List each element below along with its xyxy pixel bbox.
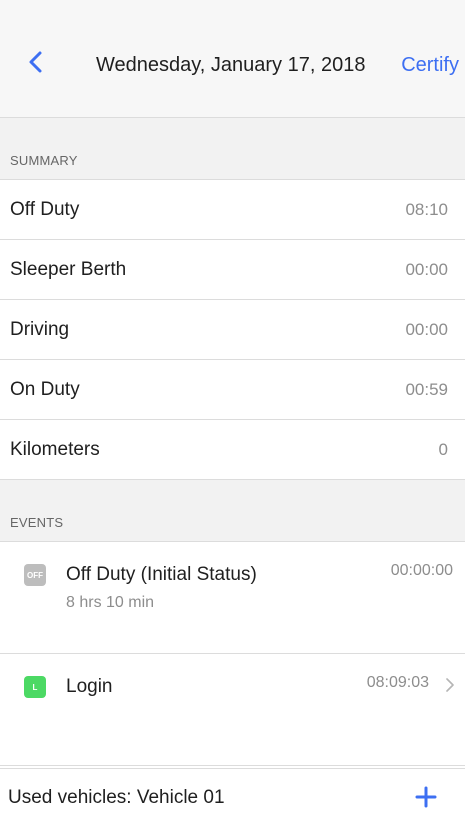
plus-icon[interactable] [415,786,437,808]
summary-row-sleeper-berth: Sleeper Berth 00:00 [0,240,465,300]
summary-section-header: SUMMARY [0,118,465,180]
events-section-label: EVENTS [10,515,64,530]
summary-row-value: 0 [438,440,448,459]
certify-button[interactable]: Certify [401,54,459,77]
summary-row-value: 00:00 [405,320,448,339]
summary-row-kilometers: Kilometers 0 [0,420,465,480]
events-section-header: EVENTS [0,480,465,542]
page-title: Wednesday, January 17, 2018 [96,54,366,76]
footer-bar: Used vehicles: Vehicle 01 [0,768,465,823]
summary-row-on-duty: On Duty 00:59 [0,360,465,420]
nav-bar: Wednesday, January 17, 2018 Certify [0,0,465,118]
chevron-left-icon[interactable] [24,50,48,74]
summary-row-off-duty: Off Duty 08:10 [0,180,465,240]
used-vehicles-label: Used vehicles: Vehicle 01 [8,787,225,808]
summary-row-label: Kilometers [10,439,100,460]
summary-row-label: On Duty [10,379,80,400]
summary-row-driving: Driving 00:00 [0,300,465,360]
summary-row-value: 00:00 [405,260,448,279]
summary-row-label: Off Duty [10,199,80,220]
event-row-login[interactable]: L Login 08:09:03 [0,654,465,766]
event-title: Off Duty (Initial Status) [66,564,257,585]
summary-row-label: Driving [10,319,70,340]
chevron-right-icon [446,678,454,692]
event-title: Login [66,676,113,697]
login-status-badge: L [24,676,46,698]
event-time: 08:09:03 [366,674,429,691]
off-duty-status-badge: OFF [24,564,46,586]
summary-row-value: 08:10 [405,200,448,219]
event-row-off-duty[interactable]: OFF Off Duty (Initial Status) 8 hrs 10 m… [0,542,465,654]
summary-section-label: SUMMARY [10,153,78,168]
event-time: 00:00:00 [390,562,453,579]
summary-row-label: Sleeper Berth [10,259,127,280]
event-duration: 8 hrs 10 min [66,594,155,611]
summary-row-value: 00:59 [405,380,448,399]
